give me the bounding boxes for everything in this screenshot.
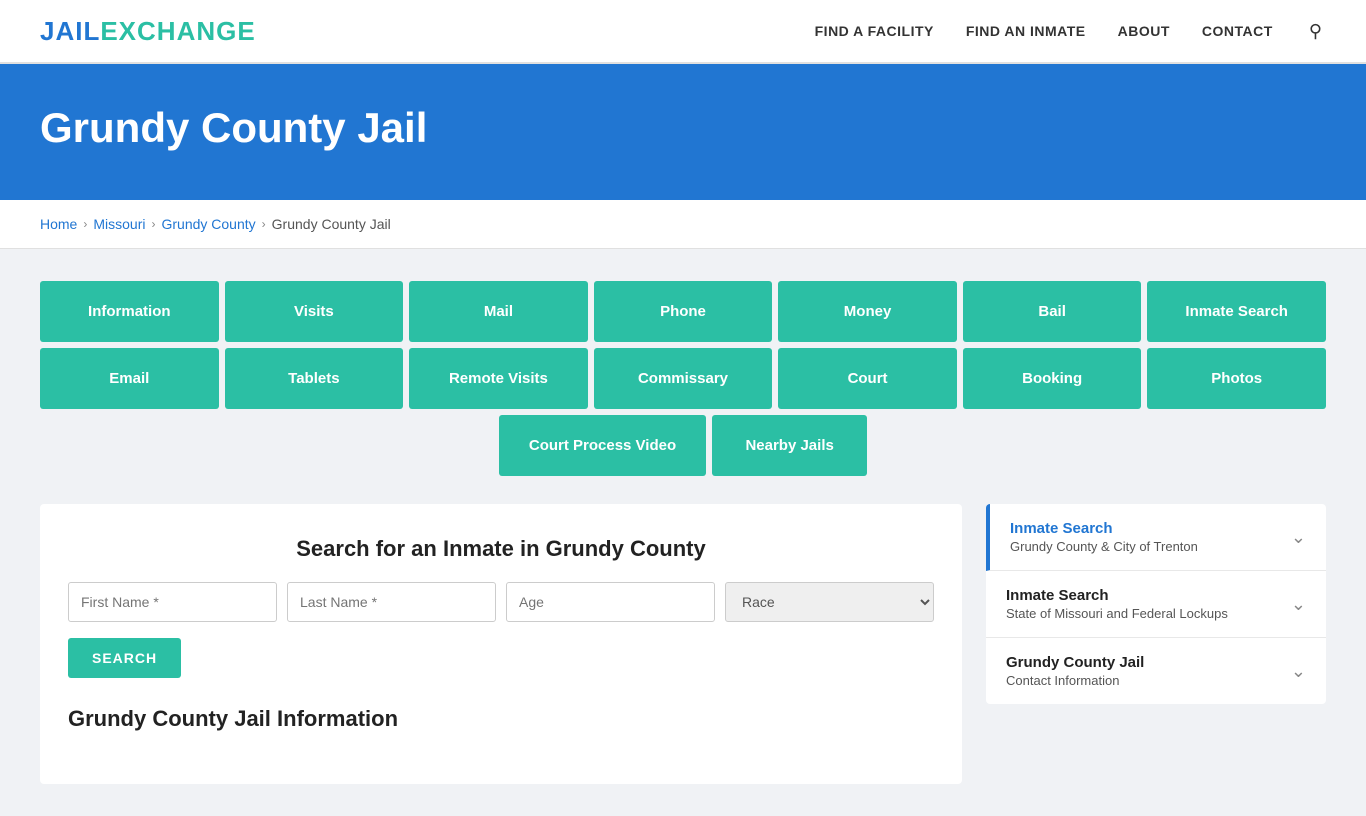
last-name-input[interactable] (287, 582, 496, 622)
breadcrumb-sep-2: › (151, 217, 155, 231)
header-search-button[interactable]: ⚲ (1305, 17, 1326, 46)
btn-visits[interactable]: Visits (225, 281, 404, 342)
chevron-down-icon-1: ⌄ (1291, 527, 1306, 548)
breadcrumb-grundy-county[interactable]: Grundy County (161, 216, 255, 232)
nav-about[interactable]: ABOUT (1118, 23, 1170, 39)
breadcrumb: Home › Missouri › Grundy County › Grundy… (0, 200, 1366, 249)
sidebar-item-2-text: Inmate Search State of Missouri and Fede… (1006, 587, 1228, 621)
sidebar: Inmate Search Grundy County & City of Tr… (986, 504, 1326, 708)
sidebar-item-1-text: Inmate Search Grundy County & City of Tr… (1010, 520, 1198, 554)
sidebar-item-3[interactable]: Grundy County Jail Contact Information ⌄ (986, 638, 1326, 704)
sidebar-item-2[interactable]: Inmate Search State of Missouri and Fede… (986, 571, 1326, 638)
breadcrumb-current: Grundy County Jail (272, 216, 391, 232)
main-content: Information Visits Mail Phone Money Bail… (0, 249, 1366, 816)
btn-email[interactable]: Email (40, 348, 219, 409)
sidebar-item-3-subtitle: Contact Information (1006, 673, 1144, 688)
nav-find-inmate[interactable]: FIND AN INMATE (966, 23, 1086, 39)
btn-mail[interactable]: Mail (409, 281, 588, 342)
btn-tablets[interactable]: Tablets (225, 348, 404, 409)
breadcrumb-missouri[interactable]: Missouri (93, 216, 145, 232)
nav-find-facility[interactable]: FIND A FACILITY (815, 23, 934, 39)
logo-jail: JAIL (40, 16, 100, 46)
btn-phone[interactable]: Phone (594, 281, 773, 342)
btn-remote-visits[interactable]: Remote Visits (409, 348, 588, 409)
category-buttons-row1: Information Visits Mail Phone Money Bail… (40, 281, 1326, 342)
age-input[interactable] (506, 582, 715, 622)
btn-information[interactable]: Information (40, 281, 219, 342)
sidebar-item-1-subtitle: Grundy County & City of Trenton (1010, 539, 1198, 554)
sidebar-item-1[interactable]: Inmate Search Grundy County & City of Tr… (986, 504, 1326, 571)
logo-exchange: EXCHANGE (100, 16, 255, 46)
btn-booking[interactable]: Booking (963, 348, 1142, 409)
breadcrumb-sep-3: › (262, 217, 266, 231)
sidebar-item-2-subtitle: State of Missouri and Federal Lockups (1006, 606, 1228, 621)
sidebar-card: Inmate Search Grundy County & City of Tr… (986, 504, 1326, 704)
site-logo[interactable]: JAILEXCHANGE (40, 16, 256, 47)
nav-contact[interactable]: CONTACT (1202, 23, 1273, 39)
info-section-heading: Grundy County Jail Information (68, 706, 934, 732)
main-nav: FIND A FACILITY FIND AN INMATE ABOUT CON… (815, 17, 1326, 46)
category-buttons-row2: Email Tablets Remote Visits Commissary C… (40, 348, 1326, 409)
btn-commissary[interactable]: Commissary (594, 348, 773, 409)
page-title: Grundy County Jail (40, 104, 1326, 152)
search-button[interactable]: SEARCH (68, 638, 181, 678)
sidebar-item-2-title: Inmate Search (1006, 587, 1228, 604)
sidebar-item-1-title: Inmate Search (1010, 520, 1198, 537)
sidebar-item-3-text: Grundy County Jail Contact Information (1006, 654, 1144, 688)
sidebar-item-3-title: Grundy County Jail (1006, 654, 1144, 671)
btn-court[interactable]: Court (778, 348, 957, 409)
content-row: Search for an Inmate in Grundy County Ra… (40, 504, 1326, 784)
hero-banner: Grundy County Jail (0, 64, 1366, 200)
btn-nearby-jails[interactable]: Nearby Jails (712, 415, 867, 476)
btn-photos[interactable]: Photos (1147, 348, 1326, 409)
site-header: JAILEXCHANGE FIND A FACILITY FIND AN INM… (0, 0, 1366, 64)
search-fields: Race (68, 582, 934, 622)
btn-inmate-search[interactable]: Inmate Search (1147, 281, 1326, 342)
race-select[interactable]: Race (725, 582, 934, 622)
breadcrumb-sep-1: › (83, 217, 87, 231)
first-name-input[interactable] (68, 582, 277, 622)
inmate-search-panel: Search for an Inmate in Grundy County Ra… (40, 504, 962, 784)
btn-bail[interactable]: Bail (963, 281, 1142, 342)
chevron-down-icon-2: ⌄ (1291, 594, 1306, 615)
category-buttons-row3: Court Process Video Nearby Jails (40, 415, 1326, 476)
chevron-down-icon-3: ⌄ (1291, 661, 1306, 682)
search-title: Search for an Inmate in Grundy County (68, 536, 934, 562)
breadcrumb-home[interactable]: Home (40, 216, 77, 232)
btn-money[interactable]: Money (778, 281, 957, 342)
btn-court-process-video[interactable]: Court Process Video (499, 415, 706, 476)
